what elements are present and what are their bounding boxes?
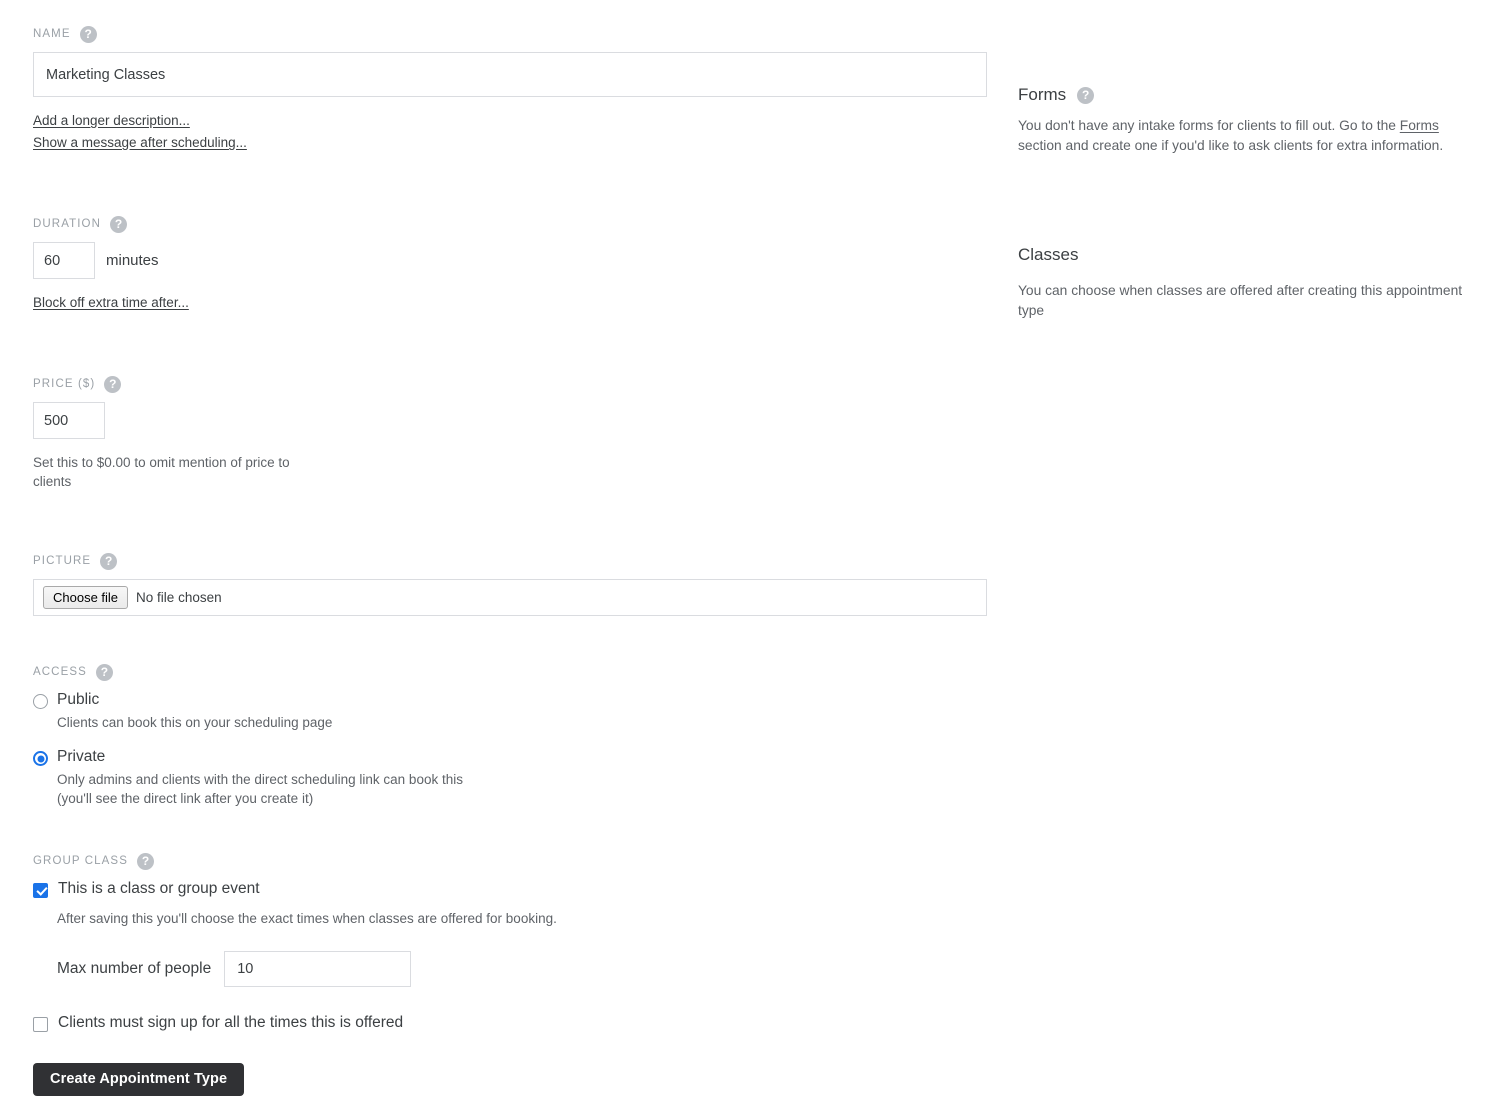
radio-public[interactable] [33,694,48,709]
picture-label: PICTURE [33,554,92,567]
is-class-checkbox-label[interactable]: This is a class or group event [58,879,260,898]
name-section: NAME ? Add a longer description... Show … [33,26,1010,154]
all-times-checkbox[interactable] [33,1017,48,1032]
picture-section: PICTURE ? Choose file No file chosen [33,553,1010,616]
access-option-public[interactable]: Public Clients can book this on your sch… [33,690,1010,732]
access-radio-group: Public Clients can book this on your sch… [33,690,1010,808]
access-option-public-title[interactable]: Public [57,691,99,708]
access-section: ACCESS ? Public Clients can book this on… [33,664,1010,808]
help-circle-icon[interactable]: ? [79,26,97,43]
group-class-hint: After saving this you'll choose the exac… [57,911,557,926]
name-label-row: NAME ? [33,26,1010,43]
forms-panel-body: You don't have any intake forms for clie… [1018,116,1478,156]
forms-text-before-link: You don't have any intake forms for clie… [1018,118,1400,133]
forms-section-link[interactable]: Forms [1400,118,1439,133]
access-option-public-texts: Public Clients can book this on your sch… [57,690,332,732]
access-option-private-texts: Private Only admins and clients with the… [57,747,463,808]
is-class-checkbox[interactable] [33,883,48,898]
access-label-row: ACCESS ? [33,664,1010,681]
access-option-private-title[interactable]: Private [57,748,105,765]
group-class-label-row: GROUP CLASS ? [33,853,1010,870]
show-message-after-scheduling-link[interactable]: Show a message after scheduling... [33,132,247,154]
price-label-row: PRICE ($) ? [33,376,1010,393]
name-label: NAME [33,27,71,40]
duration-links: Block off extra time after... [33,292,1010,314]
max-people-input[interactable] [224,951,412,987]
access-label: ACCESS [33,665,87,678]
form-column: NAME ? Add a longer description... Show … [0,0,1010,1096]
appointment-type-form-page: NAME ? Add a longer description... Show … [0,0,1500,1096]
file-status-text: No file chosen [136,590,222,605]
name-input[interactable] [33,52,987,97]
duration-section: DURATION ? minutes Block off extra time … [33,216,1010,314]
duration-row: minutes [33,242,1010,279]
duration-label: DURATION [33,217,102,230]
is-class-checkbox-row[interactable]: This is a class or group event [33,879,1010,898]
group-class-section: GROUP CLASS ? This is a class or group e… [33,853,1010,1032]
duration-input[interactable] [33,242,95,279]
forms-panel-head: Forms ? [1018,84,1478,106]
classes-panel: Classes You can choose when classes are … [1018,244,1478,321]
access-option-private-description-line1: Only admins and clients with the direct … [57,772,463,787]
price-input[interactable] [33,402,105,439]
block-off-extra-time-link[interactable]: Block off extra time after... [33,292,189,314]
add-longer-description-link[interactable]: Add a longer description... [33,110,190,132]
create-appointment-type-button[interactable]: Create Appointment Type [33,1063,245,1096]
help-circle-icon[interactable]: ? [110,216,128,233]
forms-panel: Forms ? You don't have any intake forms … [1018,84,1478,156]
price-hint: Set this to $0.00 to omit mention of pri… [33,455,290,489]
picture-label-row: PICTURE ? [33,553,1010,570]
name-links: Add a longer description... Show a messa… [33,110,1010,154]
duration-label-row: DURATION ? [33,216,1010,233]
info-sidebar: Forms ? You don't have any intake forms … [1010,0,1500,321]
forms-text-after-link: section and create one if you'd like to … [1018,138,1444,153]
price-label: PRICE ($) [33,377,96,390]
choose-file-button[interactable]: Choose file [43,586,129,609]
max-people-row: Max number of people [57,951,1010,987]
help-circle-icon[interactable]: ? [136,853,154,870]
all-times-checkbox-label[interactable]: Clients must sign up for all the times t… [58,1013,403,1032]
access-option-public-description: Clients can book this on your scheduling… [57,715,333,730]
duration-unit-label: minutes [106,252,159,269]
help-circle-icon[interactable]: ? [104,376,122,393]
help-circle-icon[interactable]: ? [95,664,113,681]
classes-panel-head: Classes [1018,244,1478,266]
help-circle-icon[interactable]: ? [100,553,118,570]
all-times-checkbox-row[interactable]: Clients must sign up for all the times t… [33,1013,1010,1032]
access-option-private-description-line2: (you'll see the direct link after you cr… [57,791,314,806]
radio-private[interactable] [33,751,48,766]
classes-panel-body: You can choose when classes are offered … [1018,283,1463,318]
classes-panel-title: Classes [1018,245,1079,264]
forms-panel-title: Forms [1018,85,1067,104]
picture-file-field[interactable]: Choose file No file chosen [33,579,987,616]
price-section: PRICE ($) ? Set this to $0.00 to omit me… [33,376,1010,491]
access-option-private[interactable]: Private Only admins and clients with the… [33,747,1010,808]
group-class-label: GROUP CLASS [33,854,128,867]
submit-section: Create Appointment Type [33,1063,1010,1096]
help-circle-icon[interactable]: ? [1077,86,1095,104]
max-people-label: Max number of people [57,960,212,977]
